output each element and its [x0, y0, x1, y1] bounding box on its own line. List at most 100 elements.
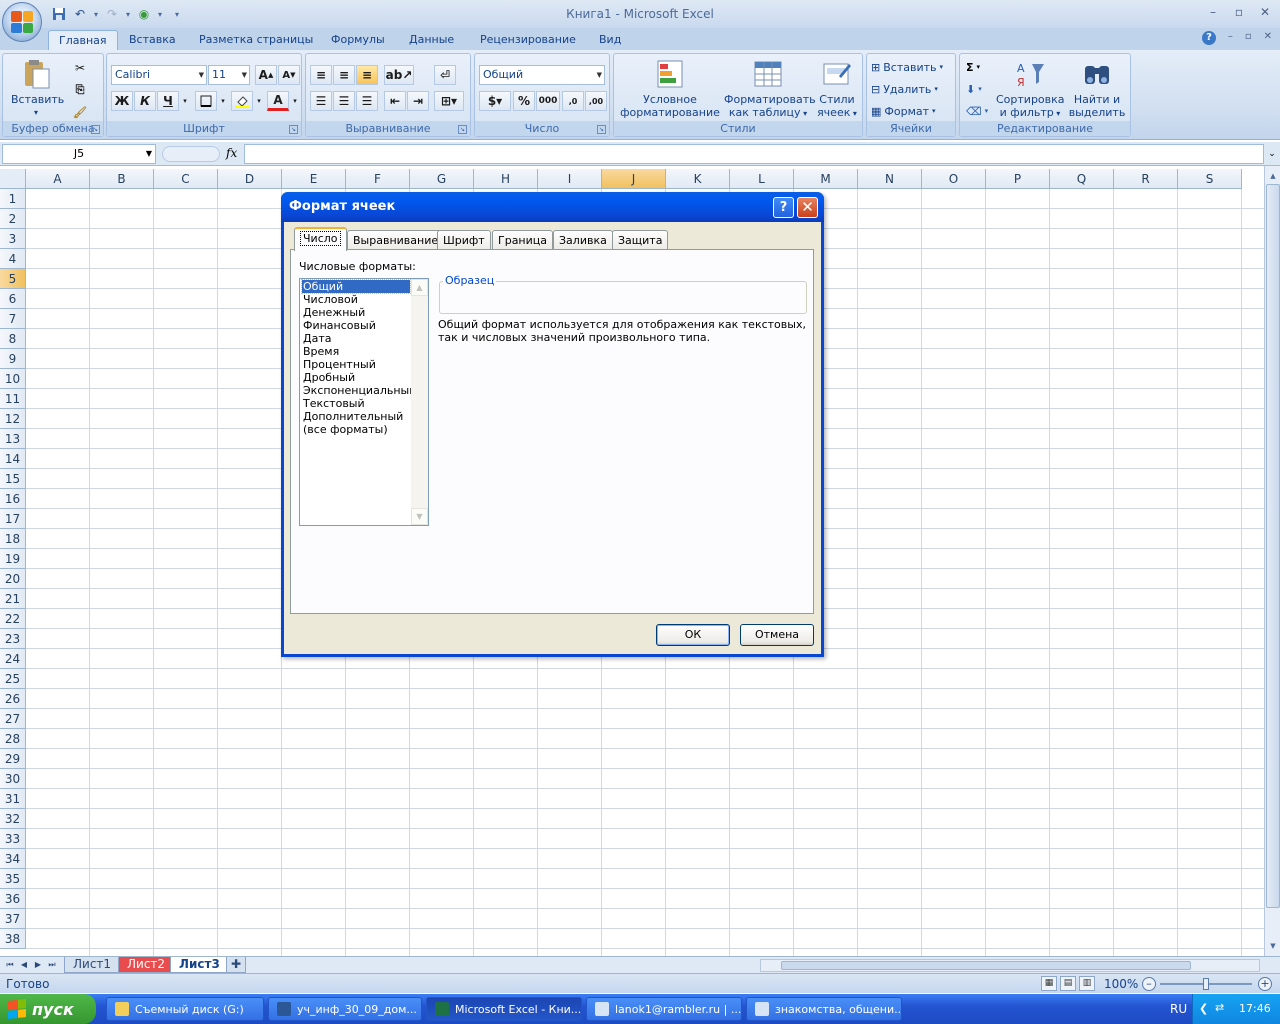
- row-header[interactable]: 18: [0, 529, 26, 549]
- bold-button[interactable]: Ж: [111, 91, 133, 111]
- decrease-decimal-icon[interactable]: ,00: [585, 91, 607, 111]
- increase-indent-icon[interactable]: ⇥: [407, 91, 429, 111]
- align-bottom-icon[interactable]: ≡: [356, 65, 378, 85]
- row-header[interactable]: 32: [0, 809, 26, 829]
- row-header[interactable]: 21: [0, 589, 26, 609]
- close-icon[interactable]: ✕: [1258, 5, 1272, 19]
- dialog-title[interactable]: Формат ячеек: [281, 192, 824, 222]
- scroll-down-icon[interactable]: ▼: [411, 508, 428, 525]
- row-header[interactable]: 1: [0, 189, 26, 209]
- column-header[interactable]: M: [794, 169, 858, 189]
- next-sheet-icon[interactable]: ▶: [32, 958, 44, 972]
- last-sheet-icon[interactable]: ⏭: [46, 958, 58, 972]
- copy-icon[interactable]: ⎘: [69, 80, 91, 100]
- row-header[interactable]: 15: [0, 469, 26, 489]
- column-header[interactable]: F: [346, 169, 410, 189]
- underline-dropdown-icon[interactable]: ▾: [180, 91, 190, 111]
- row-header[interactable]: 7: [0, 309, 26, 329]
- task-button-2[interactable]: уч_инф_30_09_дом...: [268, 997, 422, 1021]
- list-item[interactable]: Процентный: [302, 358, 410, 371]
- vertical-scrollbar[interactable]: ▲ ▼: [1264, 166, 1280, 956]
- zoom-in-icon[interactable]: +: [1258, 977, 1272, 991]
- tab-page-layout[interactable]: Разметка страницы: [189, 30, 323, 50]
- align-left-icon[interactable]: ☰: [310, 91, 332, 111]
- first-sheet-icon[interactable]: ⏮: [4, 958, 16, 972]
- dialog-help-icon[interactable]: ?: [773, 197, 794, 218]
- increase-decimal-icon[interactable]: ,0: [562, 91, 584, 111]
- row-header[interactable]: 12: [0, 409, 26, 429]
- number-format-combo[interactable]: Общий ▼: [479, 65, 605, 85]
- row-header[interactable]: 35: [0, 869, 26, 889]
- scroll-up-icon[interactable]: ▲: [411, 279, 428, 296]
- restore-icon[interactable]: ▫: [1232, 5, 1246, 19]
- row-header[interactable]: 11: [0, 389, 26, 409]
- tab-insert[interactable]: Вставка: [119, 30, 186, 50]
- column-header[interactable]: B: [90, 169, 154, 189]
- sheet-tab-3[interactable]: Лист3: [170, 957, 229, 973]
- list-scrollbar[interactable]: ▲ ▼: [411, 279, 428, 525]
- autosum-icon[interactable]: Σ ▾: [966, 57, 980, 77]
- underline-button[interactable]: Ч: [157, 91, 179, 111]
- tab-formulas[interactable]: Формулы: [321, 30, 395, 50]
- insert-cells-button[interactable]: ⊞ Вставить ▾: [871, 57, 943, 77]
- dialog-tab-font[interactable]: Шрифт: [437, 230, 491, 250]
- dialog-launcher-icon[interactable]: ↘: [458, 125, 467, 134]
- column-header[interactable]: K: [666, 169, 730, 189]
- row-header[interactable]: 31: [0, 789, 26, 809]
- font-size-combo[interactable]: 11 ▼: [208, 65, 250, 85]
- row-header[interactable]: 14: [0, 449, 26, 469]
- row-header[interactable]: 37: [0, 909, 26, 929]
- row-header[interactable]: 27: [0, 709, 26, 729]
- row-header[interactable]: 25: [0, 669, 26, 689]
- dialog-tab-border[interactable]: Граница: [492, 230, 554, 250]
- list-item[interactable]: Текстовый: [302, 397, 410, 410]
- normal-view-icon[interactable]: ▦: [1041, 976, 1057, 991]
- dialog-tab-fill[interactable]: Заливка: [553, 230, 613, 250]
- scroll-thumb[interactable]: [1266, 184, 1280, 908]
- task-button-5[interactable]: знакомства, общени...: [746, 997, 902, 1021]
- column-header[interactable]: I: [538, 169, 602, 189]
- row-header[interactable]: 10: [0, 369, 26, 389]
- fill-color-dropdown-icon[interactable]: ▾: [254, 91, 264, 111]
- format-painter-icon[interactable]: 🖌: [69, 102, 91, 122]
- align-center-icon[interactable]: ☰: [333, 91, 355, 111]
- row-header[interactable]: 13: [0, 429, 26, 449]
- decrease-indent-icon[interactable]: ⇤: [384, 91, 406, 111]
- row-header[interactable]: 2: [0, 209, 26, 229]
- merge-center-icon[interactable]: ⊞▾: [434, 91, 464, 111]
- row-header[interactable]: 17: [0, 509, 26, 529]
- cell-styles-button[interactable]: Стили ячеек ▾: [814, 58, 860, 120]
- wrap-text-icon[interactable]: ⏎: [434, 65, 456, 85]
- paste-dropdown-icon[interactable]: ▾: [11, 106, 61, 119]
- fill-icon[interactable]: ⬇ ▾: [966, 79, 982, 99]
- dialog-close-icon[interactable]: ✕: [797, 197, 818, 218]
- column-header[interactable]: E: [282, 169, 346, 189]
- align-middle-icon[interactable]: ≡: [333, 65, 355, 85]
- list-item[interactable]: Денежный: [302, 306, 410, 319]
- sheet-tab-1[interactable]: Лист1: [64, 957, 121, 973]
- format-as-table-button[interactable]: Форматировать как таблицу ▾: [724, 58, 816, 120]
- percent-icon[interactable]: %: [513, 91, 535, 111]
- column-header[interactable]: P: [986, 169, 1050, 189]
- clock[interactable]: 17:46: [1239, 1002, 1271, 1015]
- column-header[interactable]: H: [474, 169, 538, 189]
- column-header[interactable]: R: [1114, 169, 1178, 189]
- row-header[interactable]: 36: [0, 889, 26, 909]
- thousands-separator-icon[interactable]: 000: [536, 91, 560, 111]
- row-header[interactable]: 16: [0, 489, 26, 509]
- list-item[interactable]: (все форматы): [302, 423, 410, 436]
- column-header[interactable]: J: [602, 169, 666, 189]
- grow-font-icon[interactable]: A ▲: [255, 65, 277, 85]
- prev-sheet-icon[interactable]: ◀: [18, 958, 30, 972]
- list-item[interactable]: Финансовый: [302, 319, 410, 332]
- cancel-button[interactable]: Отмена: [740, 624, 814, 646]
- dialog-launcher-icon[interactable]: ↘: [597, 125, 606, 134]
- tab-data[interactable]: Данные: [399, 30, 464, 50]
- cut-icon[interactable]: ✂: [69, 58, 91, 78]
- row-header[interactable]: 33: [0, 829, 26, 849]
- row-header[interactable]: 28: [0, 729, 26, 749]
- orientation-icon[interactable]: ab↗: [384, 65, 414, 85]
- dialog-launcher-icon[interactable]: ↘: [91, 125, 100, 134]
- zoom-level[interactable]: 100%: [1104, 977, 1138, 991]
- italic-button[interactable]: К: [134, 91, 156, 111]
